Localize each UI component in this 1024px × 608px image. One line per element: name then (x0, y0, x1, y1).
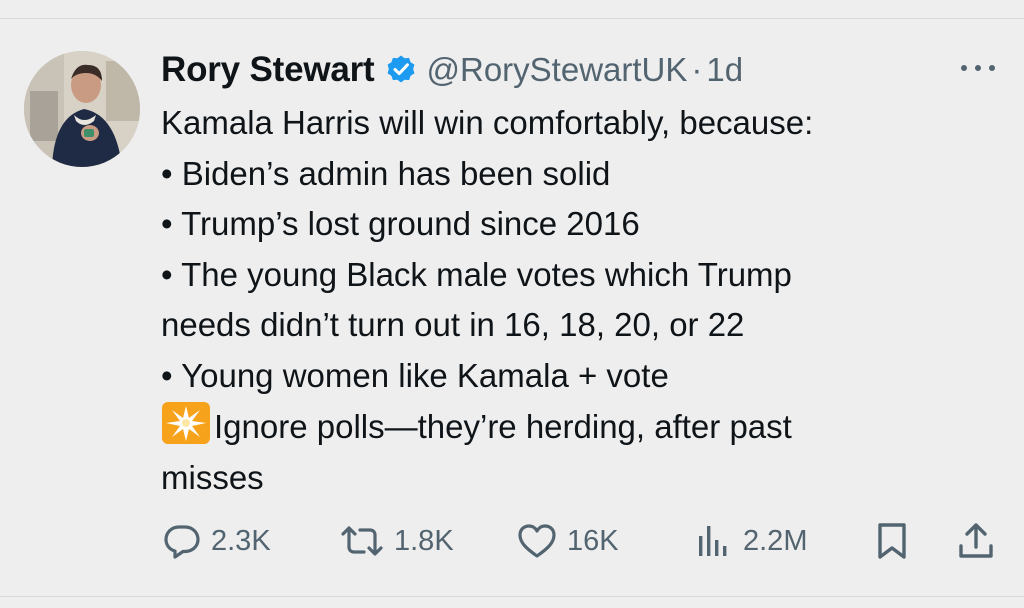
retweet-icon (340, 522, 384, 560)
tweet-line: • Biden’s admin has been solid (161, 154, 611, 192)
separator-dot: · (691, 51, 703, 88)
tweet-line: • The young Black male votes which Trump (161, 255, 792, 293)
reply-count: 2.3K (211, 524, 271, 557)
like-count: 16K (567, 524, 619, 557)
tweet-line-text: Ignore polls—they’re herding, after past (214, 408, 792, 445)
heart-icon (517, 522, 557, 560)
tweet-line: Kamala Harris will win comfortably, beca… (161, 104, 814, 141)
author-handle[interactable]: @RoryStewartUK (427, 51, 688, 89)
share-button[interactable] (957, 518, 995, 564)
reply-button[interactable]: 2.3K (163, 518, 271, 564)
reply-icon (163, 522, 201, 560)
collision-emoji-icon (161, 401, 211, 445)
action-bar: 2.3K 1.8K 16K 2.2M (0, 518, 1024, 564)
bottom-divider (0, 596, 1024, 597)
views-button[interactable]: 2.2M (695, 518, 807, 564)
share-icon (957, 521, 995, 561)
timestamp[interactable]: 1d (706, 51, 743, 89)
tweet-line: • Young women like Kamala + vote (161, 356, 669, 394)
retweet-button[interactable]: 1.8K (340, 518, 454, 564)
like-button[interactable]: 16K (517, 518, 619, 564)
tweet-text: Kamala Harris will win comfortably, beca… (161, 98, 1001, 503)
tweet-line: misses (161, 458, 264, 496)
bookmark-icon (874, 521, 910, 561)
tweet-line: needs didn’t turn out in 16, 18, 20, or … (161, 306, 745, 343)
avatar-photo (24, 51, 140, 167)
avatar[interactable] (24, 51, 140, 167)
views-icon (695, 522, 733, 560)
author-name[interactable]: Rory Stewart (161, 50, 375, 90)
more-options-icon[interactable] (958, 58, 998, 78)
views-count: 2.2M (743, 524, 808, 557)
tweet-header: Rory Stewart @RoryStewartUK · 1d (161, 48, 743, 92)
retweet-count: 1.8K (394, 524, 454, 557)
tweet-line-emoji: Ignore polls—they’re herding, after past (161, 401, 1001, 453)
tweet-line: • Trump’s lost ground since 2016 (161, 205, 640, 242)
verified-badge-icon (385, 54, 417, 86)
bookmark-button[interactable] (874, 518, 910, 564)
